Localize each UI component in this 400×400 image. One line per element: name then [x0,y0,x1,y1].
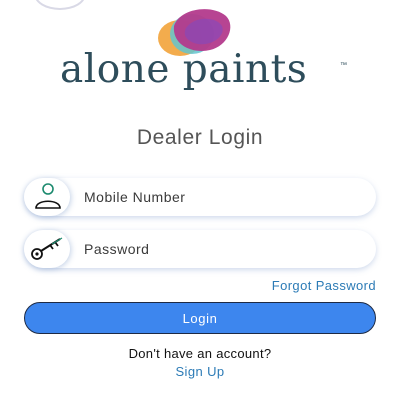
password-field[interactable] [24,230,376,268]
dealer-login-screen: alone paints ™ Dealer Login Forgot Passw… [0,0,400,400]
mobile-number-input[interactable] [84,178,364,216]
key-icon [24,230,70,268]
brand-logo: alone paints ™ [0,4,400,100]
page-title: Dealer Login [136,126,264,149]
brand-name: alone paints [60,47,308,92]
forgot-password-link[interactable]: Forgot Password [272,278,376,293]
sign-up-link[interactable]: Sign Up [0,364,400,379]
mobile-number-field[interactable] [24,178,376,216]
no-account-text: Don't have an account? [128,346,272,361]
trademark-symbol: ™ [340,62,347,69]
login-button[interactable]: Login [24,302,376,334]
user-icon [24,178,70,216]
password-input[interactable] [84,230,364,268]
